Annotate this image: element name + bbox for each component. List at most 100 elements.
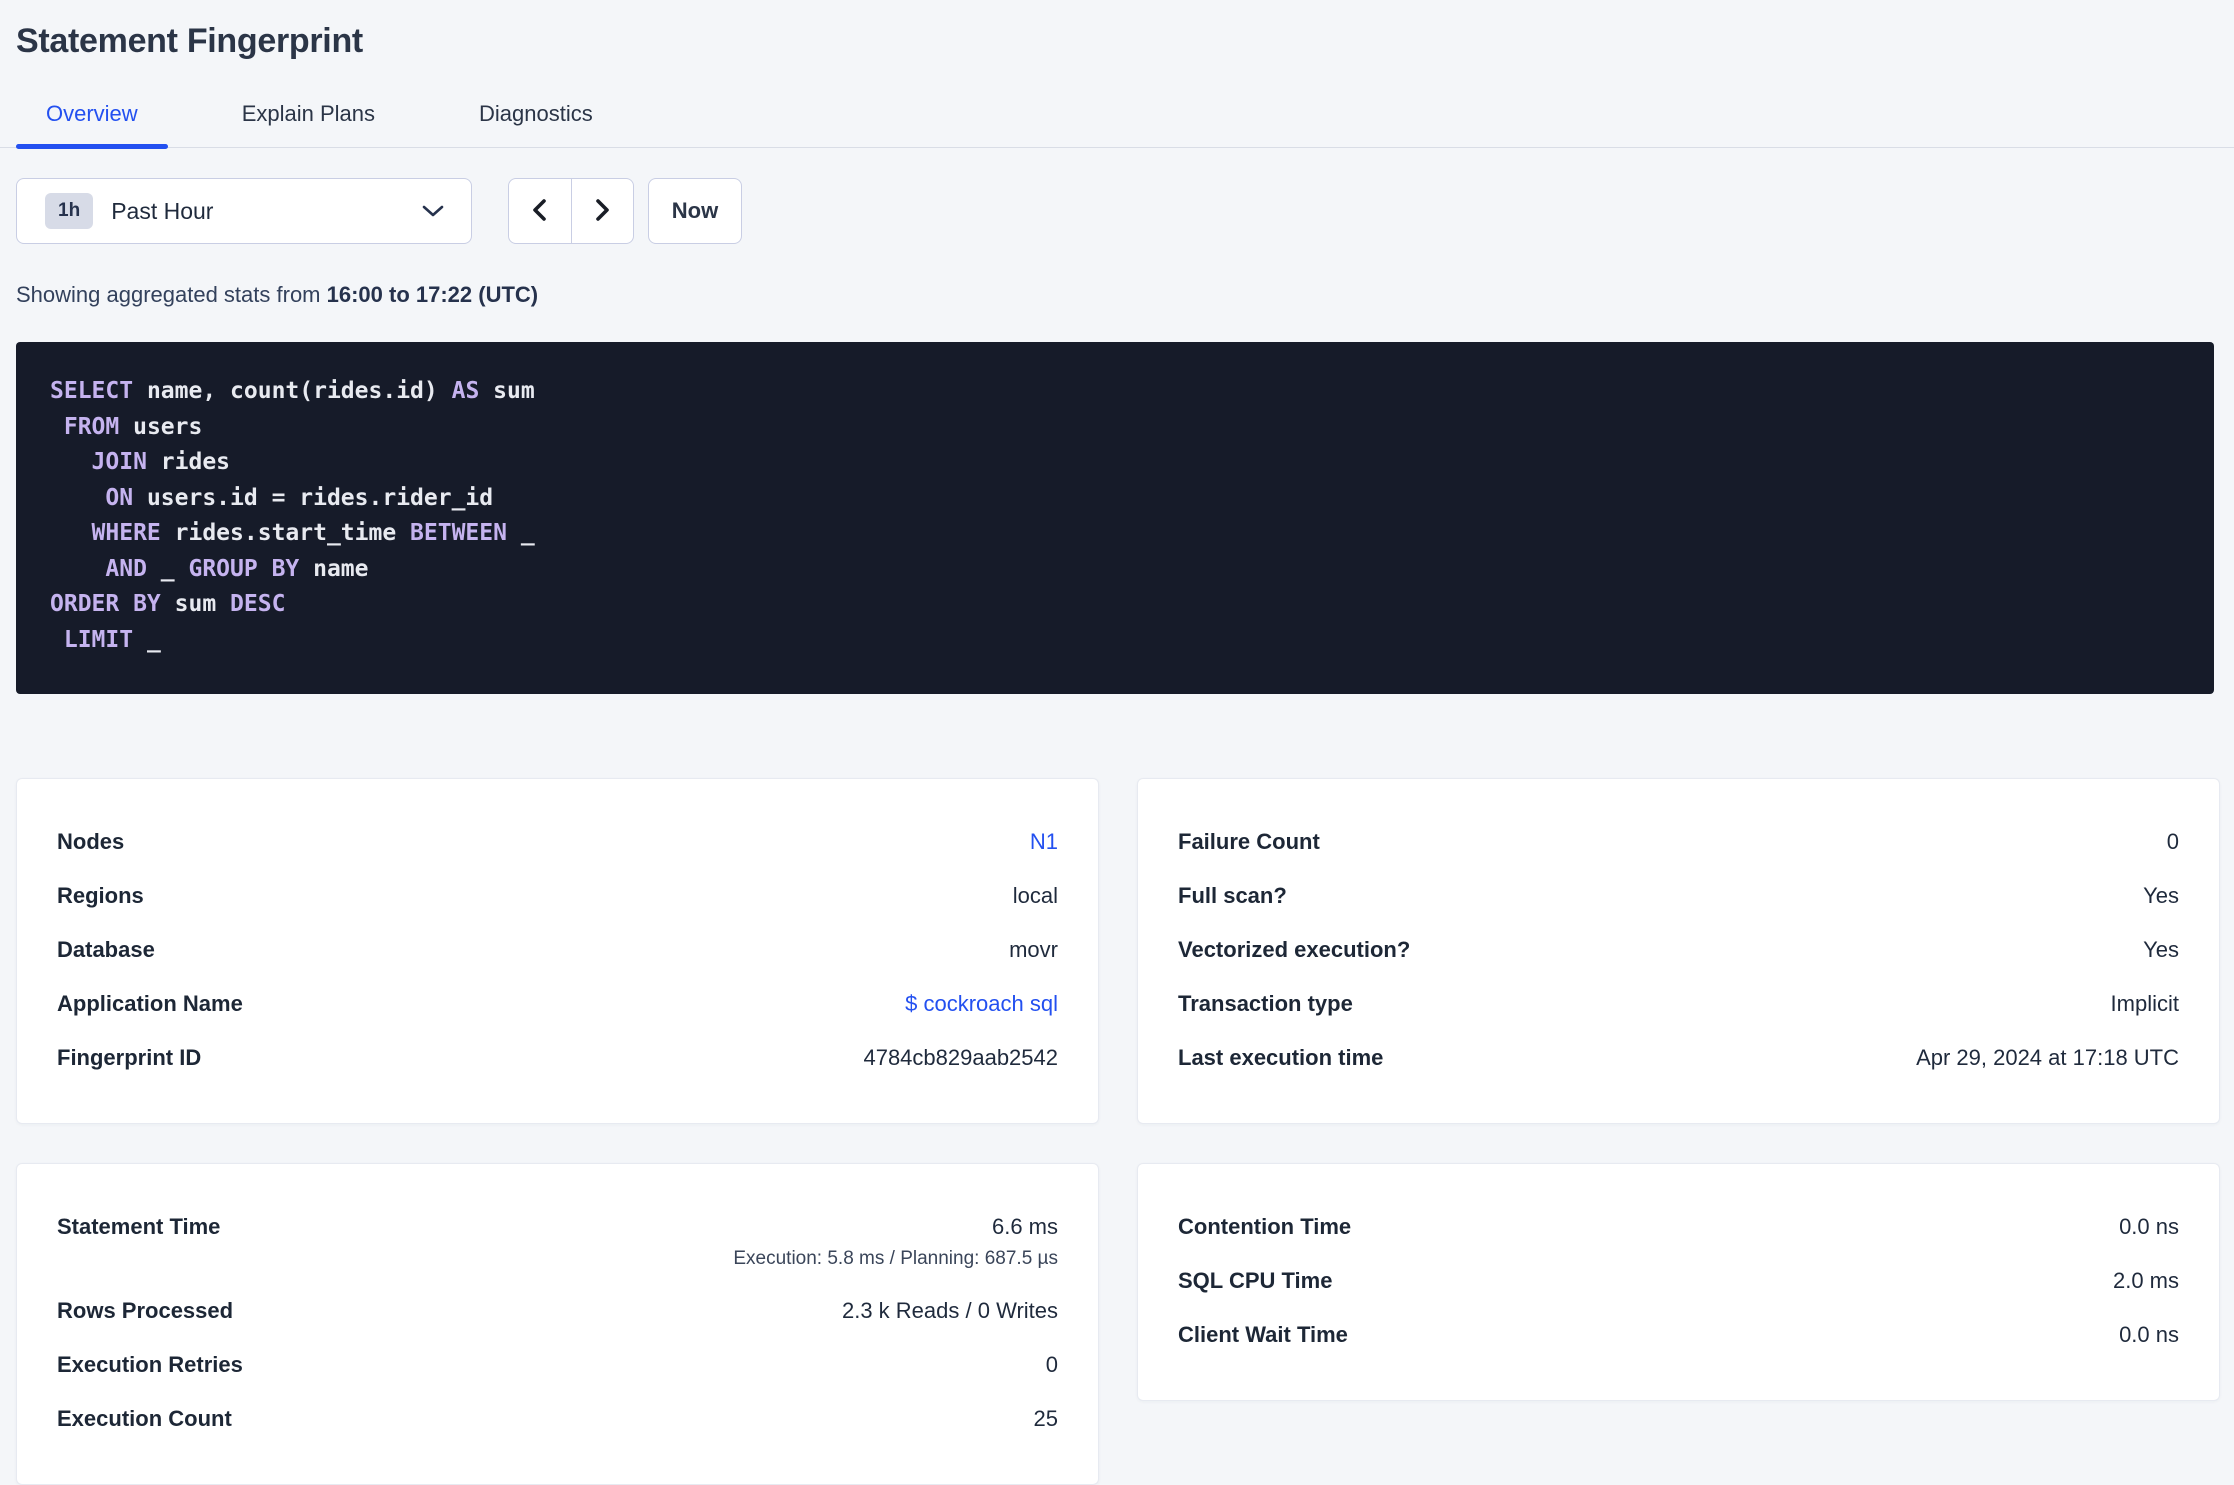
stats-cards: Nodes N1 Regions local Database movr Applicati…	[16, 778, 2220, 1485]
chevron-left-icon	[529, 196, 551, 227]
stat-value-block: 4784cb829aab2542	[863, 1045, 1058, 1071]
stat-label: Statement Time	[57, 1214, 221, 1239]
tab-diagnostics[interactable]: Diagnostics	[449, 101, 623, 147]
stat-value-block: movr	[1009, 937, 1058, 963]
page-title: Statement Fingerprint	[16, 22, 363, 60]
stat-value-block: 6.6 ms Execution: 5.8 ms / Planning: 687.…	[733, 1214, 1058, 1270]
stat-row-execution-count: Execution Count 25	[57, 1392, 1058, 1446]
stat-value: 4784cb829aab2542	[863, 1045, 1058, 1070]
stat-row-nodes: Nodes N1	[57, 815, 1058, 869]
sql-line: FROM users	[63, 413, 203, 440]
prev-time-range-button[interactable]	[509, 179, 572, 243]
contention-time-card: Contention Time 0.0 ns SQL CPU Time 2.0 ms C…	[1137, 1163, 2220, 1401]
nodes-link[interactable]: N1	[1030, 829, 1058, 855]
time-range-pager	[508, 178, 634, 244]
stat-value-block: local	[1013, 883, 1058, 909]
application-name-link[interactable]: $ cockroach sql	[905, 991, 1058, 1017]
stat-row-rows-processed: Rows Processed 2.3 k Reads / 0 Writes	[57, 1284, 1058, 1338]
stat-label: Vectorized execution?	[1178, 937, 1411, 962]
stat-value-block: 0.0 ns	[2119, 1214, 2179, 1240]
chevron-right-icon	[591, 196, 613, 227]
sql-line: ON users.id = rides.rider_id	[105, 484, 494, 511]
stat-label: SQL CPU Time	[1178, 1268, 1333, 1293]
next-time-range-button[interactable]	[571, 179, 633, 243]
sql-line: AND _ GROUP BY name	[105, 555, 369, 582]
stat-value-block: Yes	[2143, 937, 2179, 963]
stat-value-block: 0	[1046, 1352, 1058, 1378]
tab-overview[interactable]: Overview	[16, 101, 168, 149]
stat-row-transaction-type: Transaction type Implicit	[1178, 977, 2179, 1031]
now-button[interactable]: Now	[648, 178, 742, 244]
time-range-selected-label: Past Hour	[111, 197, 214, 224]
stat-row-database: Database movr	[57, 923, 1058, 977]
stat-value-block: Implicit	[2111, 991, 2179, 1017]
statement-details-card: Nodes N1 Regions local Database movr Applicati…	[16, 778, 1099, 1124]
stat-value: Yes	[2143, 937, 2179, 962]
time-controls: 1h Past Hour Now	[16, 178, 2218, 244]
stat-row-fingerprint-id: Fingerprint ID 4784cb829aab2542	[57, 1031, 1058, 1085]
stat-value: Apr 29, 2024 at 17:18 UTC	[1916, 1045, 2179, 1070]
stat-value: local	[1012, 883, 1058, 908]
aggregation-note: Showing aggregated stats from 16:00 to 1…	[16, 282, 2218, 308]
stat-row-statement-time: Statement Time 6.6 ms Execution: 5.8 ms / …	[57, 1200, 1058, 1284]
sql-line: WHERE rides.start_time BETWEEN _	[91, 520, 535, 546]
sql-line: SELECT name, count(rides.id) AS sum	[50, 378, 535, 404]
aggregation-note-range: 16:00 to 17:22 (UTC)	[326, 282, 539, 307]
stat-label: Execution Count	[57, 1406, 232, 1431]
stat-value-block: 2.3 k Reads / 0 Writes	[842, 1298, 1058, 1324]
tab-explain-plans[interactable]: Explain Plans	[212, 101, 405, 147]
stat-value-block: 0	[2167, 829, 2179, 855]
stat-row-last-execution-time: Last execution time Apr 29, 2024 at 17:18…	[1178, 1031, 2179, 1085]
stat-row-vectorized-execution: Vectorized execution? Yes	[1178, 923, 2179, 977]
stat-value: 0	[1045, 1352, 1058, 1377]
sql-statement-box: SELECT name, count(rides.id) AS sum FROM…	[16, 342, 2214, 694]
stat-value: Yes	[2143, 883, 2179, 908]
statement-fingerprint-page: Statement Fingerprint Overview Explain Pl…	[0, 0, 2234, 1485]
stat-value-block: Apr 29, 2024 at 17:18 UTC	[1916, 1045, 2179, 1071]
stat-value: 25	[1033, 1406, 1058, 1431]
stat-label: Regions	[57, 883, 144, 908]
execution-details-card: Failure Count 0 Full scan? Yes Vectorized ex…	[1137, 778, 2220, 1124]
stat-value: 0.0 ns	[2119, 1214, 2179, 1239]
stat-value-block: 25	[1034, 1406, 1058, 1432]
stat-label: Last execution time	[1178, 1045, 1384, 1070]
stat-value-block: N1	[1030, 829, 1058, 855]
stat-row-failure-count: Failure Count 0	[1178, 815, 2179, 869]
stat-label: Client Wait Time	[1178, 1322, 1348, 1347]
stat-value-block: 2.0 ms	[2113, 1268, 2179, 1294]
stat-row-regions: Regions local	[57, 869, 1058, 923]
time-range-badge: 1h	[45, 193, 94, 229]
stat-label: Execution Retries	[57, 1352, 243, 1377]
stat-row-sql-cpu-time: SQL CPU Time 2.0 ms	[1178, 1254, 2179, 1308]
sql-line: LIMIT _	[63, 626, 161, 653]
stat-value: 0.0 ns	[2119, 1322, 2179, 1347]
stat-row-full-scan: Full scan? Yes	[1178, 869, 2179, 923]
stat-label: Contention Time	[1178, 1214, 1352, 1239]
time-range-dropdown[interactable]: 1h Past Hour	[16, 178, 472, 244]
stat-label: Full scan?	[1178, 883, 1287, 908]
stat-value-block: $ cockroach sql	[905, 991, 1058, 1017]
tab-bar: Overview Explain Plans Diagnostics	[0, 101, 2234, 149]
stat-label: Rows Processed	[57, 1298, 234, 1323]
stat-subvalue: Execution: 5.8 ms / Planning: 687.5 µs	[733, 1248, 1058, 1269]
stat-label: Transaction type	[1178, 991, 1353, 1016]
stat-row-execution-retries: Execution Retries 0	[57, 1338, 1058, 1392]
stat-label: Application Name	[57, 991, 243, 1016]
stat-value: 2.3 k Reads / 0 Writes	[841, 1298, 1058, 1323]
stat-value: 6.6 ms	[991, 1214, 1058, 1239]
stat-label: Nodes	[57, 829, 125, 854]
aggregation-note-prefix: Showing aggregated stats from	[16, 282, 327, 307]
stat-value: Implicit	[2110, 991, 2179, 1016]
stat-row-contention-time: Contention Time 0.0 ns	[1178, 1200, 2179, 1254]
stat-value-block: 0.0 ns	[2119, 1322, 2179, 1348]
stat-value: 0	[2166, 829, 2179, 854]
stat-value: movr	[1009, 937, 1058, 962]
stat-value: 2.0 ms	[2112, 1268, 2179, 1293]
stat-row-application-name: Application Name $ cockroach sql	[57, 977, 1058, 1031]
statement-time-card: Statement Time 6.6 ms Execution: 5.8 ms / …	[16, 1163, 1099, 1485]
stat-row-client-wait-time: Client Wait Time 0.0 ns	[1178, 1308, 2179, 1362]
stat-label: Database	[57, 937, 155, 962]
stat-label: Failure Count	[1178, 829, 1320, 854]
stat-label: Fingerprint ID	[57, 1045, 202, 1070]
sql-line: ORDER BY sum DESC	[50, 591, 286, 617]
